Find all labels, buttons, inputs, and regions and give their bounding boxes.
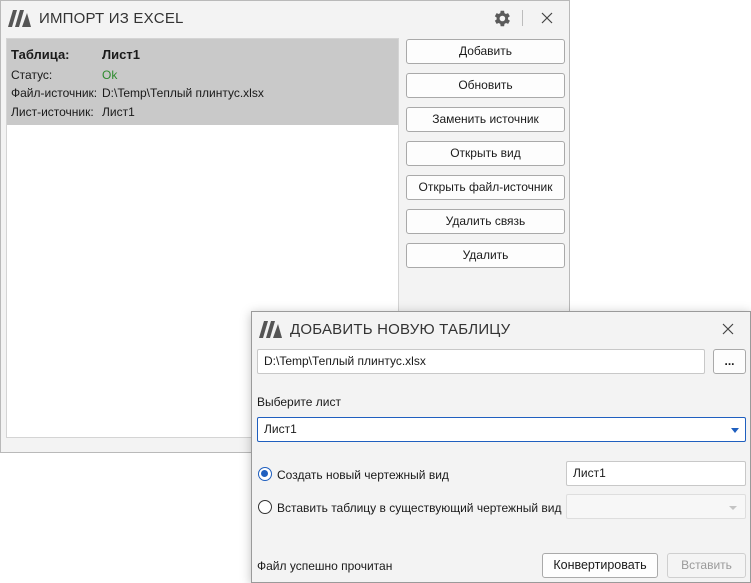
status-message: Файл успешно прочитан	[257, 559, 393, 573]
source-file-label: Файл-источник:	[11, 86, 98, 100]
close-icon[interactable]	[722, 323, 734, 335]
existing-view-label: Вставить таблицу в существующий чертежны…	[277, 501, 562, 515]
app-logo-icon	[259, 321, 282, 338]
open-view-button[interactable]: Открыть вид	[406, 141, 565, 166]
add-table-dialog: ДОБАВИТЬ НОВУЮ ТАБЛИЦУ D:\Temp\Теплый пл…	[251, 311, 751, 583]
source-sheet-value: Лист1	[102, 105, 135, 119]
status-label: Статус:	[11, 68, 53, 82]
sheet-select-value: Лист1	[264, 422, 297, 436]
new-view-label: Создать новый чертежный вид	[277, 468, 449, 482]
status-value: Ok	[102, 68, 118, 82]
existing-view-radio[interactable]	[258, 500, 272, 514]
convert-button[interactable]: Конвертировать	[542, 553, 658, 578]
app-logo-icon	[8, 10, 31, 27]
sheet-label: Выберите лист	[257, 395, 341, 409]
open-source-file-button[interactable]: Открыть файл-источник	[406, 175, 565, 200]
insert-button[interactable]: Вставить	[667, 553, 746, 578]
table-name: Лист1	[102, 47, 140, 62]
delete-button[interactable]: Удалить	[406, 243, 565, 268]
sheet-select[interactable]: Лист1	[257, 417, 746, 442]
chevron-down-icon	[731, 428, 739, 433]
file-path-field[interactable]: D:\Temp\Теплый плинтус.xlsx	[257, 349, 705, 374]
titlebar-separator	[522, 10, 523, 26]
gear-icon[interactable]	[491, 8, 512, 29]
dialog-title-bar: ДОБАВИТЬ НОВУЮ ТАБЛИЦУ	[252, 312, 750, 346]
new-view-radio[interactable]	[258, 467, 272, 481]
source-sheet-label: Лист-источник:	[11, 105, 94, 119]
source-file-value: D:\Temp\Теплый плинтус.xlsx	[102, 86, 264, 100]
existing-view-select[interactable]	[566, 494, 746, 519]
table-label: Таблица:	[11, 47, 70, 62]
title-bar: ИМПОРТ ИЗ EXCEL	[1, 1, 569, 35]
replace-source-button[interactable]: Заменить источник	[406, 107, 565, 132]
window-title: ИМПОРТ ИЗ EXCEL	[39, 10, 184, 27]
refresh-button[interactable]: Обновить	[406, 73, 565, 98]
table-list-item[interactable]: Таблица: Лист1 Статус: Ok Файл-источник:…	[7, 39, 398, 125]
remove-link-button[interactable]: Удалить связь	[406, 209, 565, 234]
chevron-down-icon	[729, 506, 737, 510]
new-view-name-field[interactable]: Лист1	[566, 461, 746, 486]
browse-button[interactable]: ...	[713, 349, 746, 374]
dialog-title: ДОБАВИТЬ НОВУЮ ТАБЛИЦУ	[290, 321, 511, 338]
add-button[interactable]: Добавить	[406, 39, 565, 64]
close-icon[interactable]	[541, 12, 553, 24]
